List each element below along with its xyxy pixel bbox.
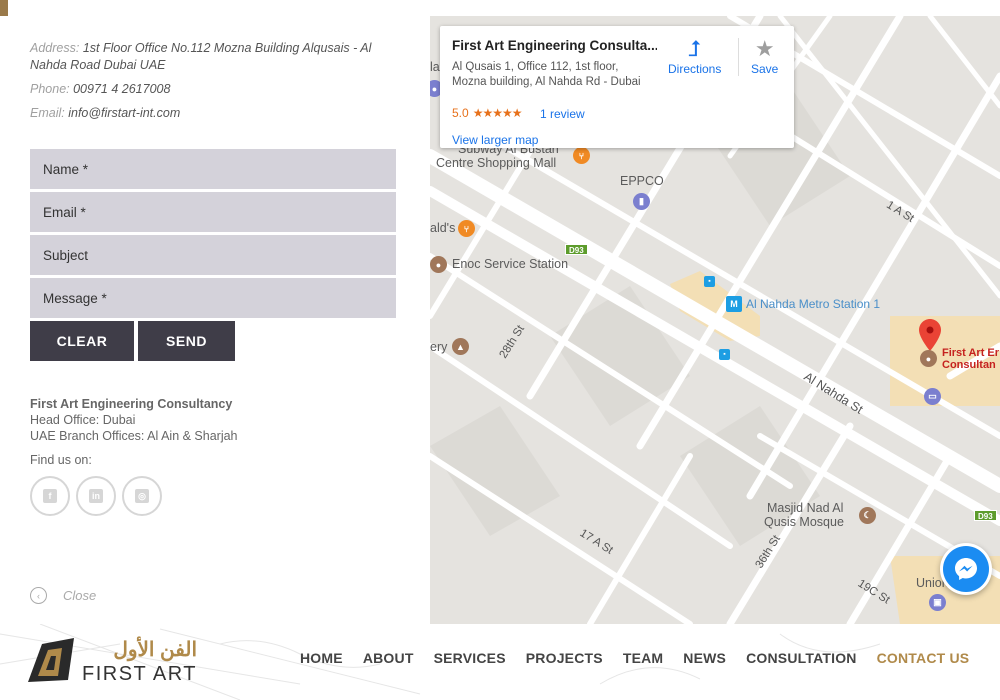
main-navbar: الفن الأول FIRST ART HOME ABOUT SERVICES… bbox=[0, 624, 1000, 700]
place-address-line1: Al Qusais 1, Office 112, 1st floor, bbox=[452, 61, 619, 73]
phone-line: Phone: 00971 4 2617008 bbox=[30, 81, 410, 98]
corner-accent bbox=[0, 0, 8, 16]
form-buttons: CLEAR SEND bbox=[30, 321, 396, 361]
chevron-left-icon: ‹ bbox=[30, 587, 47, 604]
instagram-link[interactable]: ◎ bbox=[122, 476, 162, 516]
metro-icon: M bbox=[726, 296, 742, 312]
messenger-button[interactable] bbox=[940, 543, 992, 595]
phone-label: Phone: bbox=[30, 82, 70, 96]
message-field[interactable]: Message * bbox=[30, 278, 396, 318]
facebook-link[interactable]: f bbox=[30, 476, 70, 516]
map-label-la: la bbox=[430, 60, 440, 74]
logo[interactable]: الفن الأول FIRST ART bbox=[24, 636, 197, 686]
address-line: Address: 1st Floor Office No.112 Mozna B… bbox=[30, 40, 410, 74]
map-label-enoc: Enoc Service Station bbox=[452, 257, 569, 271]
map-label-eppco: EPPCO bbox=[620, 174, 664, 188]
map-label-mcdonalds: ald's bbox=[430, 221, 456, 235]
linkedin-icon: in bbox=[89, 489, 103, 503]
nav-consultation[interactable]: CONSULTATION bbox=[746, 650, 857, 666]
nav-menu: HOME ABOUT SERVICES PROJECTS TEAM NEWS C… bbox=[300, 650, 989, 666]
reviews-link[interactable]: 1 review bbox=[540, 107, 585, 121]
messenger-icon bbox=[943, 546, 989, 592]
instagram-icon: ◎ bbox=[135, 489, 149, 503]
fuel-icon: ● bbox=[430, 256, 447, 273]
contact-form: Name * Email * Subject Message * CLEAR S… bbox=[30, 149, 396, 361]
nav-home[interactable]: HOME bbox=[300, 650, 343, 666]
view-larger-map-link[interactable]: View larger map bbox=[452, 133, 538, 147]
atm-icon: ▭ bbox=[924, 388, 941, 405]
map-label-mosque-2: Qusis Mosque bbox=[764, 515, 844, 529]
nav-team[interactable]: TEAM bbox=[623, 650, 663, 666]
page: Address: 1st Floor Office No.112 Mozna B… bbox=[0, 0, 1000, 700]
pin-label-line1: First Art Er bbox=[942, 347, 1000, 359]
rating-value: 5.0 bbox=[452, 106, 469, 120]
company-name: First Art Engineering Consultancy bbox=[30, 397, 233, 411]
nav-contact-us[interactable]: CONTACT US bbox=[877, 650, 970, 666]
nav-about[interactable]: ABOUT bbox=[363, 650, 414, 666]
place-rating: 5.0 ★★★★★ bbox=[452, 106, 523, 120]
place-address: Al Qusais 1, Office 112, 1st floor, Mozn… bbox=[452, 60, 662, 90]
logo-arabic: الفن الأول bbox=[113, 639, 198, 661]
mosque-icon: ☾ bbox=[859, 507, 876, 524]
business-icon: ● bbox=[920, 350, 937, 367]
shopping-cart-icon: ▣ bbox=[929, 594, 946, 611]
map-label-metro: Al Nahda Metro Station 1 bbox=[746, 297, 881, 311]
phone-value[interactable]: 00971 4 2617008 bbox=[73, 82, 170, 96]
name-field[interactable]: Name * bbox=[30, 149, 396, 189]
find-us-label: Find us on: bbox=[30, 453, 92, 467]
facebook-icon: f bbox=[43, 489, 57, 503]
place-title: First Art Engineering Consulta... bbox=[452, 38, 657, 53]
directions-icon: ⮥ bbox=[688, 36, 702, 61]
card-divider bbox=[738, 38, 739, 76]
directions-button[interactable]: ⮥ Directions bbox=[668, 36, 721, 76]
restaurant-icon-2: ⑂ bbox=[458, 220, 475, 237]
close-label: Close bbox=[63, 588, 97, 603]
location-pin-icon[interactable] bbox=[919, 319, 941, 351]
branch-offices: UAE Branch Offices: Al Ain & Sharjah bbox=[30, 429, 238, 443]
place-address-line2: Mozna building, Al Nahda Rd - Dubai bbox=[452, 76, 641, 88]
social-links: f in ◎ bbox=[30, 476, 162, 516]
contact-info: Address: 1st Floor Office No.112 Mozna B… bbox=[30, 40, 410, 129]
nav-services[interactable]: SERVICES bbox=[434, 650, 506, 666]
company-info: First Art Engineering Consultancy Head O… bbox=[30, 396, 238, 444]
clear-button[interactable]: CLEAR bbox=[30, 321, 134, 361]
address-value: 1st Floor Office No.112 Mozna Building A… bbox=[30, 41, 372, 72]
restaurant-icon: ⑂ bbox=[573, 147, 590, 164]
pin-label: First Art Er Consultan bbox=[942, 347, 999, 371]
address-label: Address: bbox=[30, 41, 80, 55]
head-office: Head Office: Dubai bbox=[30, 413, 136, 427]
first-art-logo-icon bbox=[28, 638, 74, 682]
send-button[interactable]: SEND bbox=[138, 321, 235, 361]
nav-news[interactable]: NEWS bbox=[683, 650, 726, 666]
close-button[interactable]: ‹ Close bbox=[30, 587, 96, 604]
place-info-card: First Art Engineering Consulta... Al Qus… bbox=[440, 26, 794, 148]
email-value[interactable]: info@firstart-int.com bbox=[68, 106, 180, 120]
save-label: Save bbox=[751, 62, 779, 76]
nav-projects[interactable]: PROJECTS bbox=[526, 650, 603, 666]
directions-label: Directions bbox=[668, 62, 722, 76]
star-rating-icon: ★★★★★ bbox=[472, 106, 523, 120]
subject-field[interactable]: Subject bbox=[30, 235, 396, 275]
gas-station-icon: ▮ bbox=[633, 193, 650, 210]
contact-panel: Address: 1st Floor Office No.112 Mozna B… bbox=[0, 0, 430, 624]
star-icon: ★ bbox=[754, 36, 775, 61]
logo-text: الفن الأول FIRST ART bbox=[82, 637, 197, 686]
map[interactable]: la ● Subway Al Bustan Centre Shopping Ma… bbox=[430, 16, 1000, 624]
email-label: Email: bbox=[30, 106, 65, 120]
road-shield-d93-2: D93 bbox=[974, 510, 997, 521]
bus-stop-icon: ▪ bbox=[704, 276, 715, 287]
map-label-mosque-1: Masjid Nad Al bbox=[767, 501, 844, 515]
logo-english: FIRST ART bbox=[82, 663, 198, 685]
school-icon: ▲ bbox=[452, 338, 469, 355]
pin-label-line2: Consultan bbox=[942, 359, 996, 371]
map-label-mall: Centre Shopping Mall bbox=[436, 156, 557, 170]
save-button[interactable]: ★ Save bbox=[751, 36, 778, 76]
email-field[interactable]: Email * bbox=[30, 192, 396, 232]
road-shield-d93: D93 bbox=[565, 244, 588, 255]
map-label-bakery: ery bbox=[430, 340, 448, 354]
email-line: Email: info@firstart-int.com bbox=[30, 105, 410, 122]
bus-stop-icon-2: ▪ bbox=[719, 349, 730, 360]
linkedin-link[interactable]: in bbox=[76, 476, 116, 516]
